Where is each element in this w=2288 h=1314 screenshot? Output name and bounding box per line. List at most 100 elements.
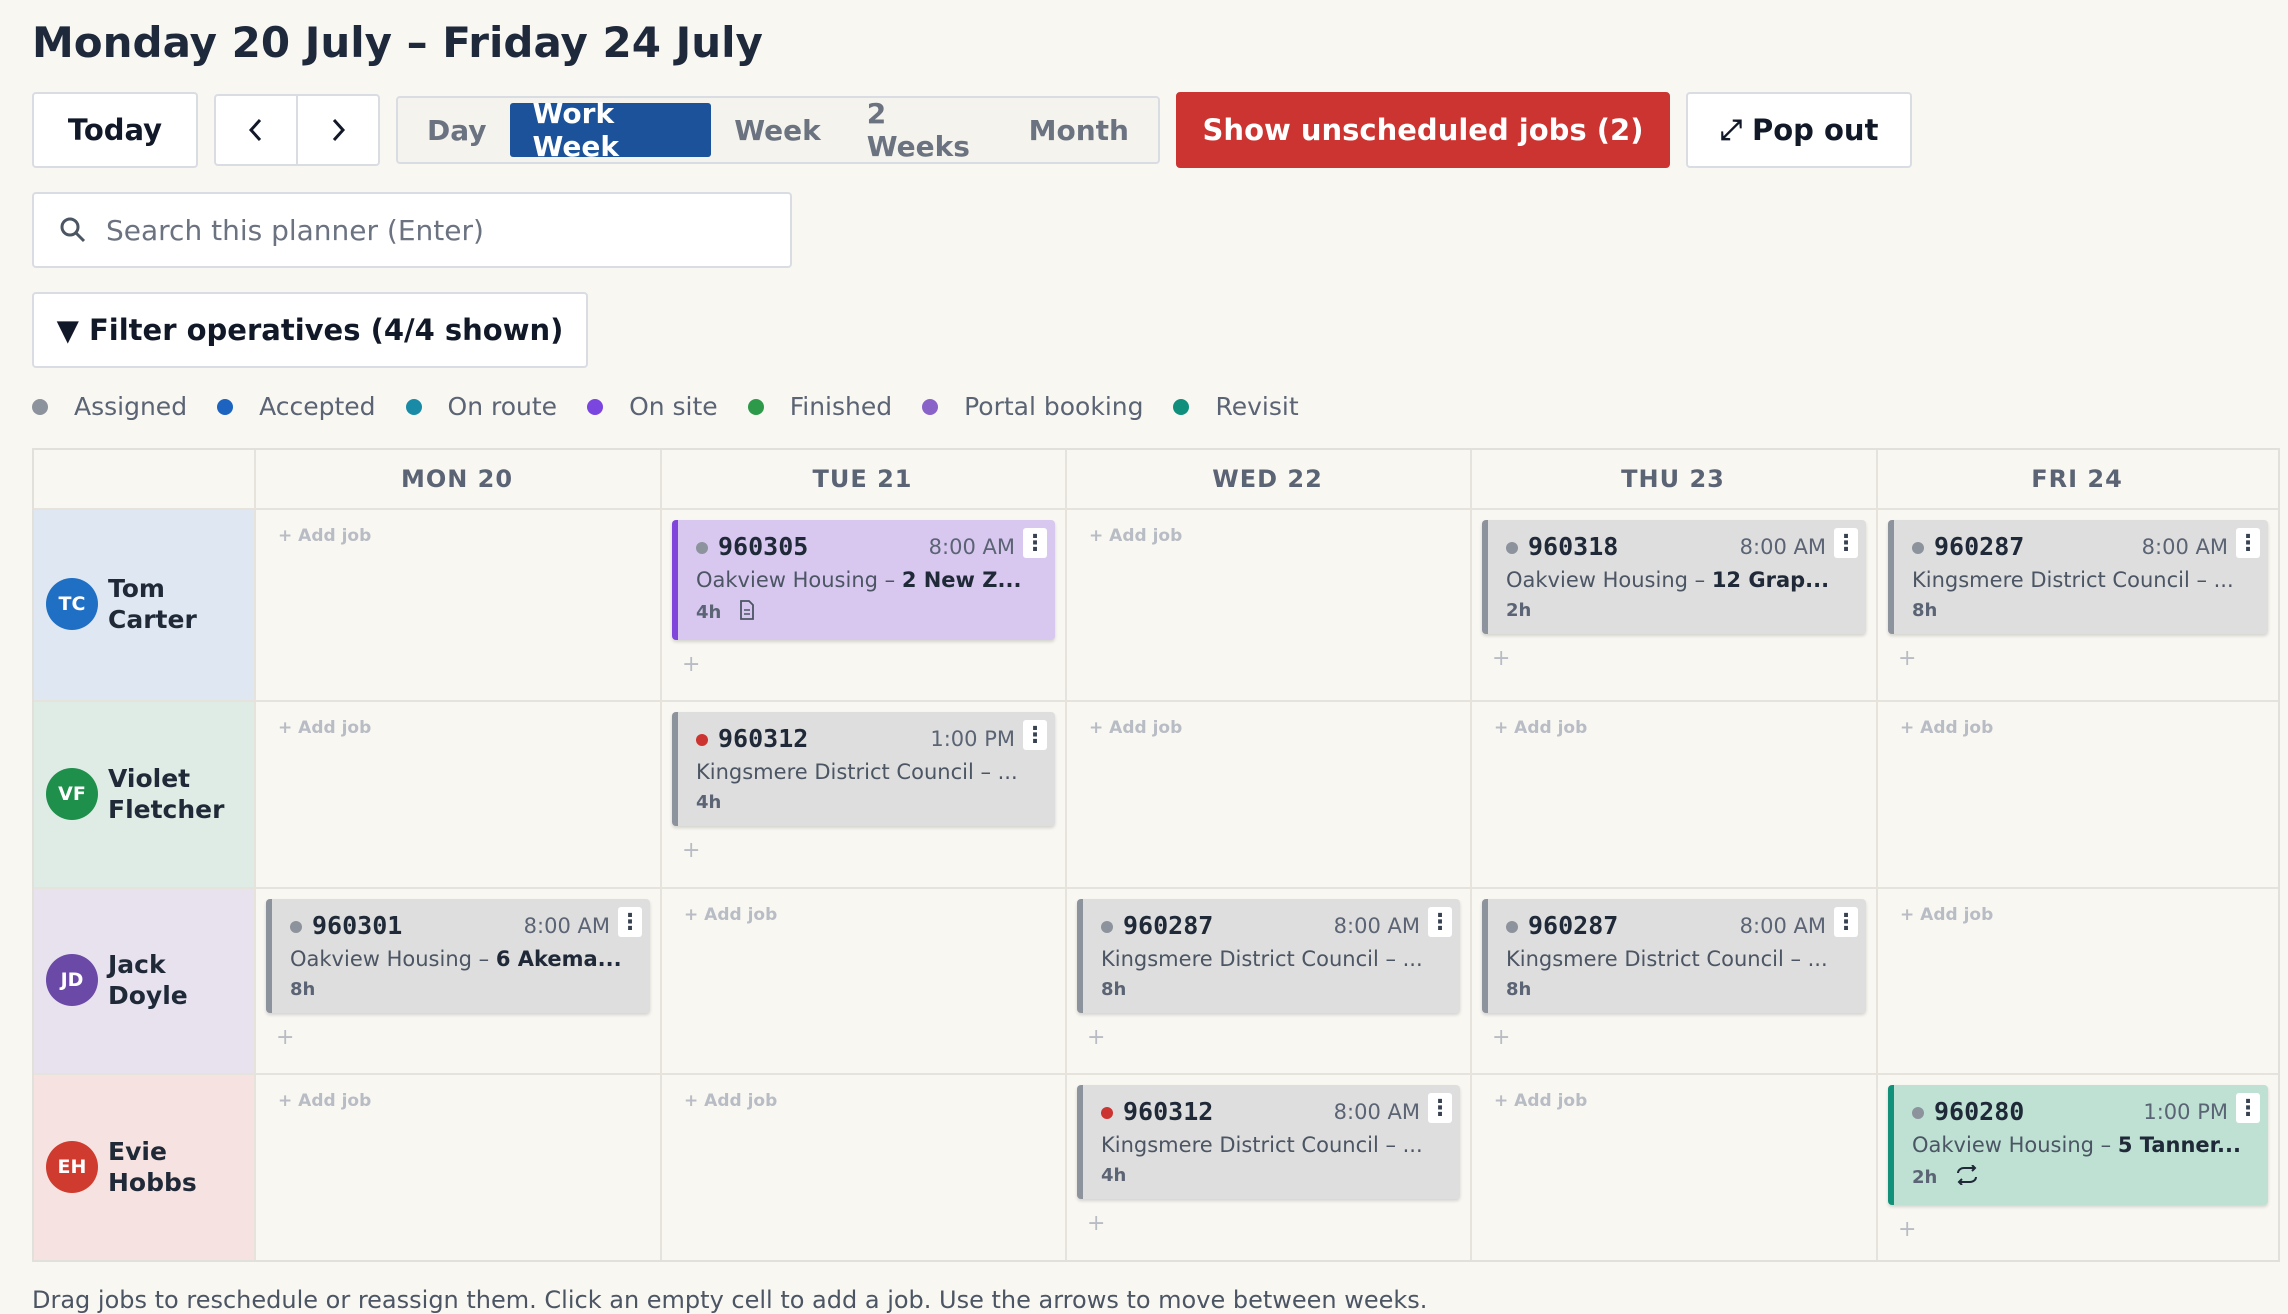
column-divider	[254, 450, 256, 1260]
job-description: Oakview Housing – 6 Akema...	[290, 947, 640, 971]
job-address: 6 Akema...	[495, 947, 622, 971]
job-time: 8:00 AM	[928, 535, 1015, 559]
search-input[interactable]	[104, 212, 790, 248]
status-dot-icon	[1101, 921, 1113, 933]
job-card-960301[interactable]: 960301 8:00 AM ⋮ Oakview Housing – 6 Akema.…	[266, 899, 650, 1013]
status-dot-icon	[32, 398, 48, 415]
previous-button[interactable]	[216, 96, 296, 164]
add-job-link[interactable]: + Add job	[1089, 526, 1182, 546]
status-dot-icon	[1173, 398, 1190, 415]
filter-operatives-button[interactable]: ▼ Filter operatives (4/4 shown)	[32, 292, 588, 368]
operative-last-name: Carter	[108, 605, 197, 634]
job-number: 960305	[718, 532, 809, 561]
more-options-icon[interactable]: ⋮	[1428, 1093, 1452, 1123]
status-dot-icon	[217, 398, 234, 415]
pop-out-button[interactable]: ⤢ Pop out	[1686, 92, 1912, 168]
more-options-icon[interactable]: ⋮	[1023, 528, 1047, 558]
today-button[interactable]: Today	[32, 92, 198, 168]
job-client: Kingsmere District Council – ...	[696, 760, 1018, 784]
job-time: 8:00 AM	[523, 914, 610, 938]
job-card-960280[interactable]: 960280 1:00 PM ⋮ Oakview Housing – 5 Tanner…	[1888, 1085, 2268, 1205]
avatar: JD	[46, 954, 98, 1006]
job-duration: 8h	[1101, 979, 1126, 1000]
next-button[interactable]	[296, 96, 378, 164]
view-tab-2-weeks[interactable]: 2 Weeks	[844, 97, 1006, 163]
legend-item: On route	[405, 392, 557, 421]
add-job-plus[interactable]: +	[682, 838, 700, 863]
add-job-link[interactable]: + Add job	[278, 1091, 371, 1111]
job-duration-value: 8h	[1101, 979, 1127, 1000]
legend-item: Revisit	[1173, 392, 1299, 421]
chevron-right-icon	[332, 118, 346, 142]
add-job-link[interactable]: + Add job	[278, 718, 371, 738]
legend-item: Assigned	[32, 392, 187, 421]
avatar: EH	[46, 1140, 98, 1193]
status-dot-icon	[1912, 1107, 1924, 1119]
add-job-plus[interactable]: +	[1898, 646, 1916, 671]
search-icon	[60, 217, 86, 243]
add-job-link[interactable]: + Add job	[1900, 718, 1993, 738]
row-divider	[34, 1073, 2278, 1075]
job-card-960305[interactable]: 960305 8:00 AM ⋮ Oakview Housing – 2 New Z.…	[672, 520, 1055, 640]
add-job-link[interactable]: + Add job	[1494, 718, 1587, 738]
add-job-plus[interactable]: +	[1087, 1025, 1105, 1050]
more-options-icon[interactable]: ⋮	[1834, 528, 1858, 558]
document-icon	[739, 600, 755, 625]
footer-hint: Drag jobs to reschedule or reassign them…	[32, 1286, 1428, 1314]
job-number: 960280	[1934, 1097, 2025, 1126]
job-number: 960287	[1123, 911, 1214, 940]
job-client: Oakview Housing –	[290, 947, 496, 971]
legend-label: Assigned	[74, 392, 188, 421]
more-options-icon[interactable]: ⋮	[1023, 720, 1047, 750]
add-job-link[interactable]: + Add job	[684, 1091, 777, 1111]
job-card-960318[interactable]: 960318 8:00 AM ⋮ Oakview Housing – 12 Grap.…	[1482, 520, 1866, 634]
job-client: Kingsmere District Council – ...	[1912, 568, 2234, 592]
legend-item: Accepted	[217, 392, 376, 421]
add-job-link[interactable]: + Add job	[684, 905, 777, 925]
add-job-link[interactable]: + Add job	[1089, 718, 1182, 738]
add-job-plus[interactable]: +	[1898, 1217, 1916, 1242]
view-tab-week[interactable]: Week	[711, 103, 844, 157]
add-job-plus[interactable]: +	[1492, 1025, 1510, 1050]
view-tab-work-week[interactable]: Work Week	[509, 97, 712, 163]
more-options-icon[interactable]: ⋮	[1428, 907, 1452, 937]
status-dot-icon	[696, 734, 708, 746]
view-tab-day[interactable]: Day	[404, 103, 510, 157]
add-job-link[interactable]: + Add job	[278, 526, 371, 546]
legend-label: Finished	[789, 392, 893, 421]
show-unscheduled-jobs-button[interactable]: Show unscheduled jobs (2)	[1176, 92, 1670, 168]
job-duration: 4h	[696, 600, 755, 625]
operative-first-name: Violet	[108, 763, 191, 793]
more-options-icon[interactable]: ⋮	[2236, 1093, 2260, 1123]
job-duration-value: 4h	[696, 602, 722, 623]
operative-cell-tom: TC Tom Carter	[34, 508, 254, 700]
add-job-plus[interactable]: +	[682, 652, 700, 677]
add-job-link[interactable]: + Add job	[1900, 905, 1993, 925]
add-job-plus[interactable]: +	[276, 1025, 294, 1050]
job-duration-value: 4h	[696, 792, 722, 813]
more-options-icon[interactable]: ⋮	[2236, 528, 2260, 558]
operative-last-name: Fletcher	[108, 794, 225, 824]
add-job-plus[interactable]: +	[1492, 646, 1510, 671]
job-card-960312[interactable]: 960312 1:00 PM ⋮ Kingsmere District Council…	[672, 712, 1055, 826]
column-divider	[1065, 450, 1067, 1260]
add-job-plus[interactable]: +	[1087, 1211, 1105, 1236]
day-header: WED 22	[1212, 465, 1323, 493]
column-divider	[1876, 450, 1878, 1260]
job-address: 12 Grap...	[1711, 568, 1830, 592]
job-card-960287[interactable]: 960287 8:00 AM ⋮ Kingsmere District Council…	[1482, 899, 1866, 1013]
job-card-960312[interactable]: 960312 8:00 AM ⋮ Kingsmere District Council…	[1077, 1085, 1460, 1199]
status-dot-icon	[1101, 1107, 1113, 1119]
job-address: 2 New Z...	[901, 568, 1022, 592]
more-options-icon[interactable]: ⋮	[618, 907, 642, 937]
more-options-icon[interactable]: ⋮	[1834, 907, 1858, 937]
add-job-link[interactable]: + Add job	[1494, 1091, 1587, 1111]
chevron-left-icon	[248, 118, 262, 142]
view-tab-month[interactable]: Month	[1006, 103, 1152, 157]
job-card-960287[interactable]: 960287 8:00 AM ⋮ Kingsmere District Council…	[1888, 520, 2268, 634]
avatar: VF	[46, 767, 98, 820]
operative-first-name: Tom	[108, 574, 165, 603]
legend-label: On site	[629, 392, 718, 421]
job-description: Kingsmere District Council – ...	[696, 760, 1045, 784]
job-card-960287[interactable]: 960287 8:00 AM ⋮ Kingsmere District Council…	[1077, 899, 1460, 1013]
